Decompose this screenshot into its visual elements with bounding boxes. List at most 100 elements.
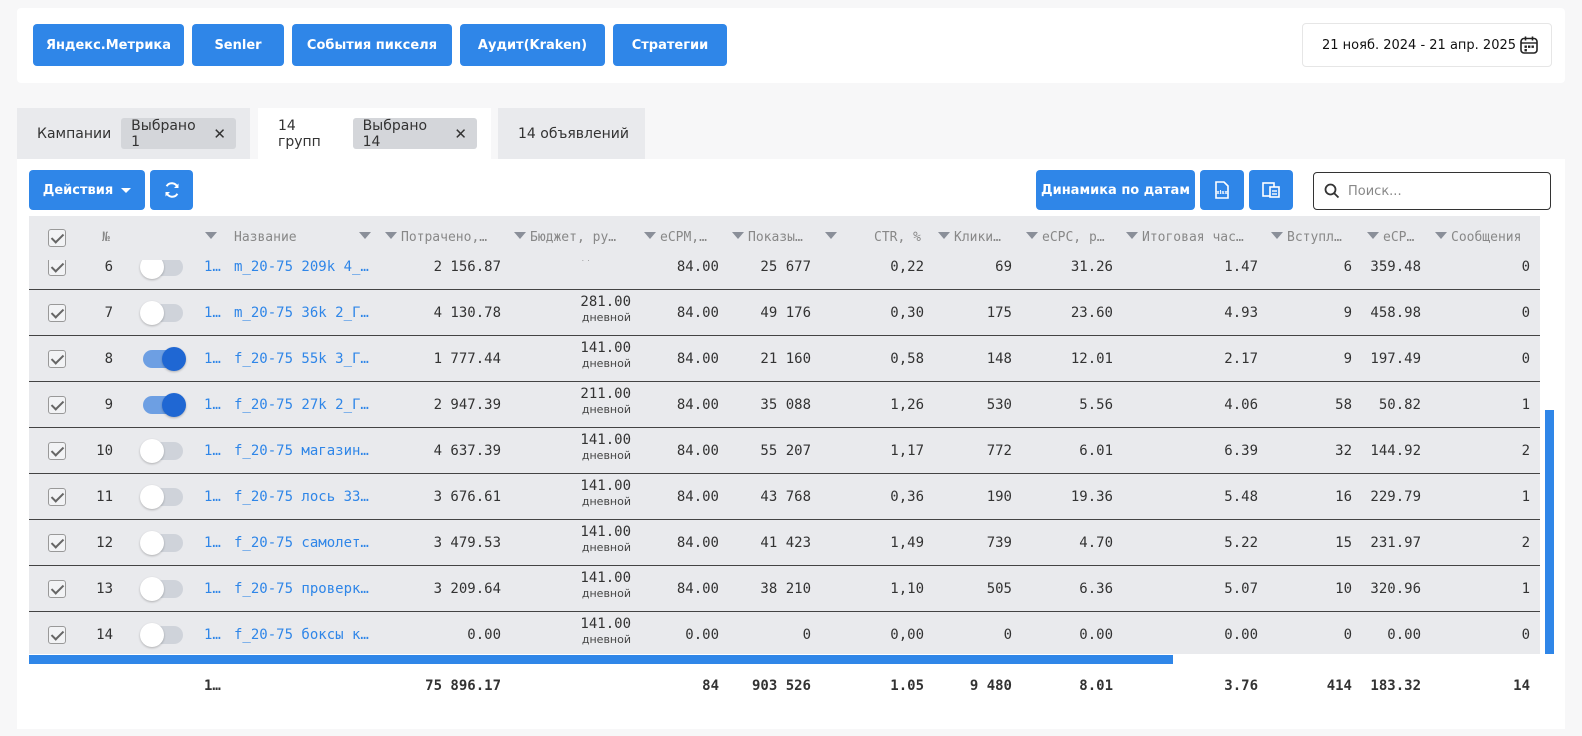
row-checkbox[interactable] — [48, 488, 66, 506]
header-final-freq[interactable]: Итоговая час… — [1126, 230, 1261, 245]
row-id-link[interactable]: 1… — [204, 305, 221, 321]
row-status-toggle[interactable] — [140, 439, 183, 463]
header-name[interactable]: Название — [234, 230, 354, 245]
row-id-link[interactable]: 1… — [204, 351, 221, 367]
row-ctr: 0,00 — [890, 627, 924, 643]
header-ecpc[interactable]: eCPC, р… — [1026, 230, 1121, 245]
table-row[interactable]: 14 1… f_20-75 боксы к… 0.00 141.00 дневной 0.0… — [29, 612, 1540, 654]
tab-campaigns[interactable]: Кампании Выбрано 1 ✕ — [17, 108, 250, 159]
row-checkbox[interactable] — [48, 304, 66, 322]
row-id-link[interactable]: 1… — [204, 260, 221, 275]
total-id: 1… — [204, 678, 221, 694]
row-status-toggle[interactable] — [140, 623, 183, 647]
row-checkbox[interactable] — [48, 580, 66, 598]
header-shows[interactable]: Показы… — [732, 230, 812, 245]
table-row[interactable]: 13 1… f_20-75 проверк… 3 209.64 141.00 дневно… — [29, 566, 1540, 612]
tab-groups[interactable]: 14 групп Выбрано 14 ✕ — [258, 108, 491, 159]
date-range-picker[interactable]: 21 нояб. 2024 - 21 апр. 2025 — [1302, 23, 1552, 67]
select-all-checkbox[interactable] — [48, 229, 66, 247]
header-clicks[interactable]: Клики… — [938, 230, 1018, 245]
header-filter-icon[interactable] — [205, 230, 221, 245]
search-input[interactable]: Поиск... — [1313, 172, 1551, 210]
row-name-link[interactable]: f_20-75 проверк… — [234, 581, 369, 597]
row-id-link[interactable]: 1… — [204, 581, 221, 597]
row-status-toggle[interactable] — [140, 531, 183, 555]
actions-dropdown-button[interactable]: Действия — [29, 170, 145, 210]
row-spent: 4 130.78 — [433, 305, 501, 321]
xlsx-file-icon: xlsx — [1215, 181, 1229, 199]
horizontal-scrollbar-thumb[interactable] — [29, 655, 1173, 664]
row-name-link[interactable]: m_20-75 36k 2_Г… — [234, 305, 369, 321]
export-xlsx-button[interactable]: xlsx — [1200, 170, 1244, 210]
budget-type: дневной — [581, 403, 631, 416]
row-status-toggle[interactable] — [143, 347, 186, 371]
header-joins[interactable]: Вступл… — [1271, 230, 1361, 245]
row-final-freq: 4.93 — [1224, 305, 1258, 321]
table-row[interactable]: 10 1… f_20-75 магазин… 4 637.39 141.00 дневно… — [29, 428, 1540, 474]
table-row[interactable]: 7 1… m_20-75 36k 2_Г… 4 130.78 281.00 дневной… — [29, 290, 1540, 336]
tab-ads[interactable]: 14 объявлений — [498, 108, 645, 159]
header-ecpj[interactable]: eCP… — [1367, 230, 1439, 245]
row-clicks: 772 — [986, 443, 1012, 459]
row-status-toggle[interactable] — [143, 393, 186, 417]
row-status-toggle[interactable] — [140, 577, 183, 601]
table-row[interactable]: 12 1… f_20-75 самолет… 3 479.53 141.00 дневно… — [29, 520, 1540, 566]
row-id-link[interactable]: 1… — [204, 627, 221, 643]
row-name-link[interactable]: f_20-75 самолет… — [234, 535, 369, 551]
row-checkbox[interactable] — [48, 350, 66, 368]
close-icon[interactable]: ✕ — [454, 125, 467, 143]
tab-campaigns-label: Кампании — [37, 125, 112, 142]
pixel-events-button[interactable]: События пикселя — [292, 24, 452, 66]
yandex-metrika-button[interactable]: Яндекс.Метрика — [33, 24, 184, 66]
header-filter-icon[interactable] — [359, 230, 375, 245]
header-budget[interactable]: Бюджет, ру… — [514, 230, 634, 245]
table-row[interactable]: 11 1… f_20-75 лось 33… 3 676.61 141.00 дневно… — [29, 474, 1540, 520]
table-row[interactable]: 6 1… m_20-75 209k 4_… 2 156.87дневной 84.00 2… — [29, 260, 1540, 290]
table-row[interactable]: 9 1… f_20-75 27k 2_Г… 2 947.39 211.00 дневной… — [29, 382, 1540, 428]
row-id-link[interactable]: 1… — [204, 489, 221, 505]
row-name-link[interactable]: f_20-75 боксы к… — [234, 627, 369, 643]
row-status-toggle[interactable] — [140, 485, 183, 509]
row-name-link[interactable]: f_20-75 лось 33… — [234, 489, 369, 505]
close-icon[interactable]: ✕ — [213, 125, 226, 143]
row-checkbox[interactable] — [48, 626, 66, 644]
row-id-link[interactable]: 1… — [204, 535, 221, 551]
row-ecpm: 84.00 — [676, 351, 719, 367]
header-spent[interactable]: Потрачено,… — [385, 230, 503, 245]
row-budget: 141.00 дневной — [501, 616, 631, 646]
vertical-scrollbar[interactable] — [1545, 410, 1554, 654]
total-ecpj: 183.32 — [1370, 678, 1421, 694]
table-row[interactable]: 8 1… f_20-75 55k 3_Г… 1 777.44 141.00 дневной… — [29, 336, 1540, 382]
row-status-toggle[interactable] — [140, 260, 183, 279]
row-name-link[interactable]: f_20-75 27k 2_Г… — [234, 397, 369, 413]
budget-value: 141.00 — [580, 478, 631, 494]
header-filter-icon[interactable] — [825, 230, 841, 245]
columns-icon — [1262, 182, 1280, 198]
row-ctr: 0,22 — [890, 260, 924, 275]
top-bar: Яндекс.Метрика Senler События пикселя Ау… — [17, 8, 1565, 83]
columns-settings-button[interactable] — [1249, 170, 1293, 210]
row-budget: 141.00 дневной — [501, 478, 631, 508]
groups-selected-chip: Выбрано 14 ✕ — [352, 118, 477, 150]
budget-type: дневной — [581, 449, 631, 462]
dynamics-by-dates-button[interactable]: Динамика по датам — [1036, 170, 1195, 210]
senler-button[interactable]: Senler — [192, 24, 284, 66]
row-checkbox[interactable] — [48, 534, 66, 552]
row-id-link[interactable]: 1… — [204, 397, 221, 413]
row-ecpm: 84.00 — [676, 535, 719, 551]
row-id-link[interactable]: 1… — [204, 443, 221, 459]
row-joins: 16 — [1335, 489, 1352, 505]
audit-kraken-button[interactable]: Аудит(Kraken) — [460, 24, 605, 66]
row-checkbox[interactable] — [48, 442, 66, 460]
row-checkbox[interactable] — [48, 260, 66, 276]
header-ctr[interactable]: CTR, % — [874, 230, 921, 245]
row-status-toggle[interactable] — [140, 301, 183, 325]
row-name-link[interactable]: m_20-75 209k 4_… — [234, 260, 369, 275]
header-messages[interactable]: Сообщения — [1435, 230, 1540, 245]
row-name-link[interactable]: f_20-75 55k 3_Г… — [234, 351, 369, 367]
row-checkbox[interactable] — [48, 396, 66, 414]
strategies-button[interactable]: Стратегии — [613, 24, 727, 66]
refresh-button[interactable] — [150, 170, 193, 210]
header-ecpm[interactable]: eCPM,… — [644, 230, 724, 245]
row-name-link[interactable]: f_20-75 магазин… — [234, 443, 369, 459]
